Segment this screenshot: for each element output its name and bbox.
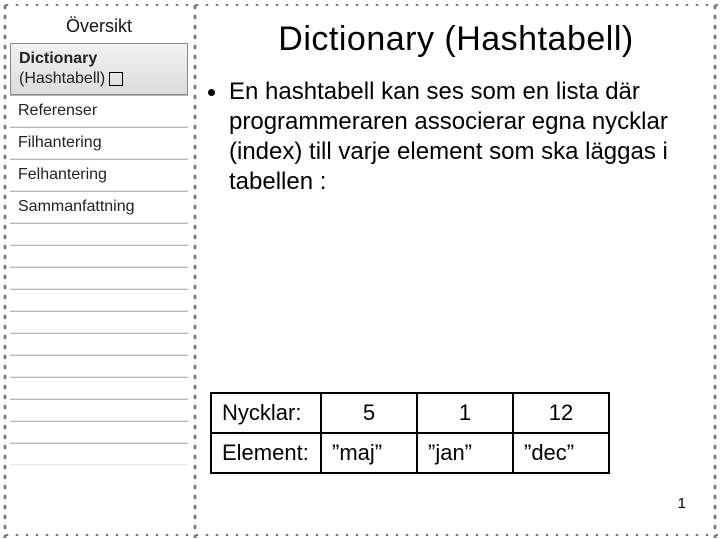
sidebar-item-label: Sammanfattning	[18, 197, 135, 217]
cell-header: Element:	[211, 433, 321, 473]
sidebar-empty-row	[10, 443, 188, 465]
bullet-dot-icon	[208, 89, 215, 96]
sidebar-item-sammanfattning[interactable]: Sammanfattning	[10, 191, 188, 223]
sidebar-empty-row	[10, 399, 188, 421]
divider-vline	[192, 2, 198, 538]
keys-elements-table: Nycklar: 5 1 12 Element: ”maj” ”jan” ”de…	[210, 392, 610, 474]
sidebar-item-felhantering[interactable]: Felhantering	[10, 159, 188, 191]
sidebar-item-filhantering[interactable]: Filhantering	[10, 127, 188, 159]
placeholder-square-icon	[109, 72, 123, 86]
sidebar-empty-row	[10, 421, 188, 443]
border-bottom	[2, 532, 718, 538]
table-row: Element: ”maj” ”jan” ”dec”	[211, 433, 609, 473]
cell: 12	[513, 393, 609, 433]
sidebar-empty-row	[10, 267, 188, 289]
sidebar-empty-row	[10, 289, 188, 311]
sidebar-empty-row	[10, 377, 188, 399]
table-row: Nycklar: 5 1 12	[211, 393, 609, 433]
sidebar-empty-row	[10, 223, 188, 245]
main-content: Dictionary (Hashtabell) En hashtabell ka…	[204, 12, 708, 526]
sidebar-item-label: Referenser	[18, 101, 97, 121]
sidebar-empty-row	[10, 355, 188, 377]
sidebar-item-label: Filhantering	[18, 133, 102, 153]
sidebar-empty-row	[10, 311, 188, 333]
cell: ”maj”	[321, 433, 417, 473]
sidebar-item-sub: (Hashtabell)	[19, 69, 105, 89]
cell-header: Nycklar:	[211, 393, 321, 433]
cell: ”jan”	[417, 433, 513, 473]
slide: Översikt Dictionary (Hashtabell) Referen…	[0, 0, 720, 540]
sidebar-item-label: Felhantering	[18, 165, 107, 185]
bullet-text: En hashtabell kan ses som en lista där p…	[229, 77, 700, 197]
cell: 5	[321, 393, 417, 433]
slide-number: 1	[678, 495, 686, 512]
border-left	[2, 2, 8, 538]
page-title: Dictionary (Hashtabell)	[204, 20, 708, 59]
cell: ”dec”	[513, 433, 609, 473]
border-right	[712, 2, 718, 538]
bullet-item: En hashtabell kan ses som en lista där p…	[204, 77, 708, 197]
sidebar-empty-row	[10, 245, 188, 267]
cell: 1	[417, 393, 513, 433]
sidebar-item-label: Dictionary	[19, 49, 123, 69]
sidebar-item-dictionary[interactable]: Dictionary (Hashtabell)	[10, 43, 188, 95]
sidebar-item-referenser[interactable]: Referenser	[10, 95, 188, 127]
border-top	[2, 2, 718, 8]
outline-sidebar: Översikt Dictionary (Hashtabell) Referen…	[10, 12, 188, 465]
sidebar-title: Översikt	[10, 12, 188, 43]
sidebar-empty-row	[10, 333, 188, 355]
